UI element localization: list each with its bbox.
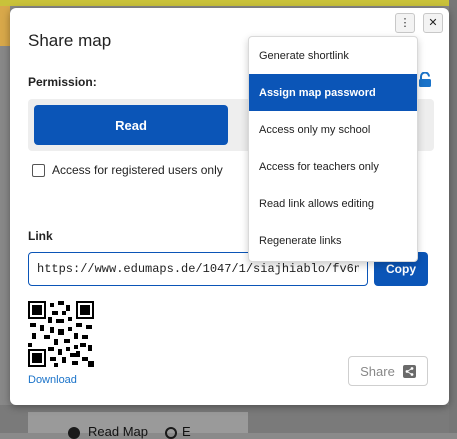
menu-item-access-teachers-only[interactable]: Access for teachers only — [249, 148, 417, 185]
background-radio-read-map — [68, 427, 80, 439]
menu-item-label: Generate shortlink — [259, 49, 349, 62]
registered-users-label: Access for registered users only — [52, 163, 223, 177]
menu-item-label: Regenerate links — [259, 234, 342, 247]
share-button-label: Share — [360, 363, 395, 379]
share-button[interactable]: Share — [348, 356, 428, 386]
menu-item-regenerate-links[interactable]: Regenerate links — [249, 222, 417, 259]
background-radio-second — [165, 427, 177, 439]
registered-users-checkbox[interactable] — [32, 163, 45, 177]
menu-item-read-link-allows-editing[interactable]: Read link allows editing — [249, 185, 417, 222]
background-right-edge — [449, 0, 457, 433]
close-glyph: ✕ — [428, 16, 438, 29]
download-qr-link[interactable]: Download — [28, 374, 77, 386]
menu-item-label: Read link allows editing — [259, 197, 374, 210]
unlock-icon[interactable] — [418, 72, 432, 88]
permission-label: Permission: — [28, 75, 97, 89]
link-label: Link — [28, 229, 53, 243]
registered-users-option[interactable]: Access for registered users only — [32, 163, 223, 177]
menu-item-access-only-my-school[interactable]: Access only my school — [249, 111, 417, 148]
menu-item-label: Access only my school — [259, 123, 371, 136]
read-permission-button[interactable]: Read — [34, 105, 228, 145]
share-options-menu: Generate shortlink Assign map password A… — [248, 36, 418, 262]
kebab-menu-icon[interactable]: ⋮ — [395, 13, 415, 33]
menu-item-label: Access for teachers only — [259, 160, 379, 173]
background-map-strip — [0, 0, 457, 6]
qr-code — [28, 301, 94, 367]
close-icon[interactable]: ✕ — [423, 13, 443, 33]
background-radio-read-map-label: Read Map — [88, 424, 148, 439]
background-map-edge — [0, 6, 10, 46]
share-icon — [402, 364, 416, 378]
menu-item-label: Assign map password — [259, 86, 376, 99]
dialog-title: Share map — [28, 31, 112, 50]
kebab-menu-glyph: ⋮ — [399, 16, 411, 29]
menu-item-generate-shortlink[interactable]: Generate shortlink — [249, 37, 417, 74]
background-radio-second-label: E — [182, 424, 191, 439]
menu-item-assign-map-password[interactable]: Assign map password — [249, 74, 417, 111]
